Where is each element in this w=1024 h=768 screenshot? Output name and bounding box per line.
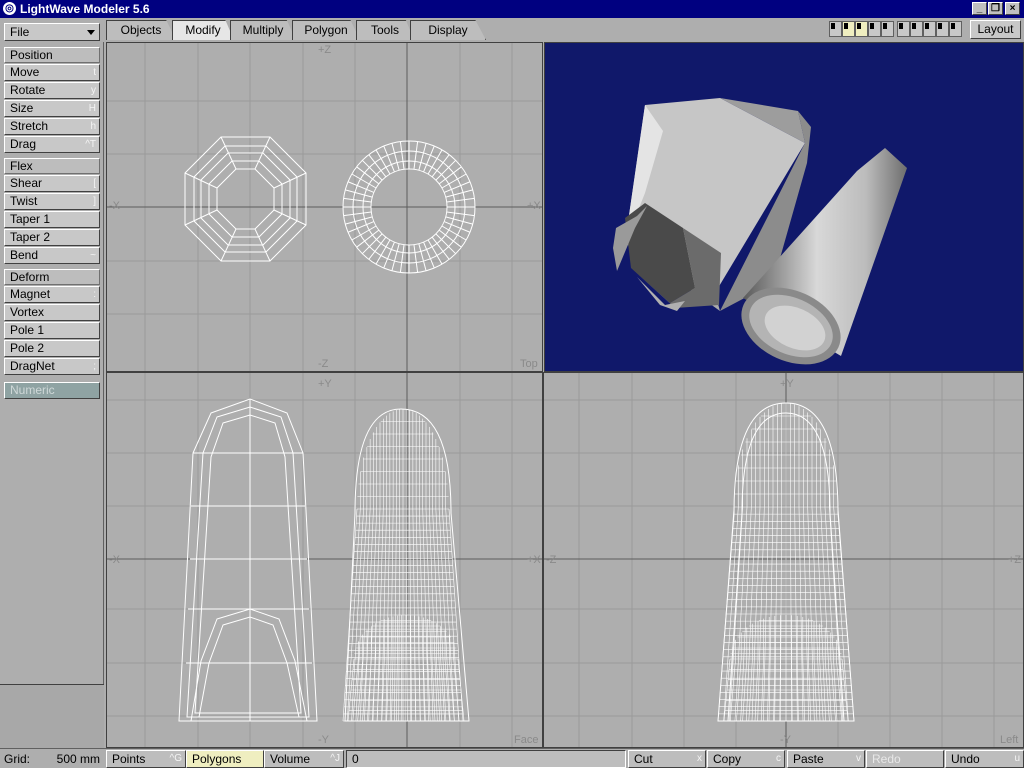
axis-label: -Y [318,734,329,746]
tab-polygon[interactable]: Polygon [292,20,360,40]
viewport-top[interactable]: +Z -Z -X +X Top [106,42,543,372]
side-view-canvas [544,373,1023,747]
top-view-canvas [107,43,542,371]
layer-9[interactable] [936,21,949,37]
axis-label: +X [527,200,541,212]
bend-button[interactable]: Bend ~ [4,247,100,264]
layer-1[interactable] [829,21,842,37]
app-icon[interactable]: ◎ [3,2,16,15]
grid-size-readout: Grid: 500 mm [4,751,104,767]
grid-value: 500 mm [56,752,100,766]
axis-label: -Y [780,734,791,746]
axis-label: +Z [1008,554,1022,566]
dropdown-arrow-icon [87,30,95,35]
layer-6[interactable] [897,21,910,37]
volume-mode-button[interactable]: Volume ^J [264,750,344,768]
taper-2-button[interactable]: Taper 2 [4,229,100,246]
pole-1-button[interactable]: Pole 1 [4,322,100,339]
sidebar-info-panel [0,684,104,748]
numeric-button[interactable]: Numeric [4,382,100,399]
minimize-button[interactable]: _ [972,2,987,15]
shear-button[interactable]: Shear[ [4,175,100,192]
paste-button[interactable]: Paste v [787,750,865,768]
viewport-name: Top [520,358,538,370]
grid-label: Grid: [4,752,31,766]
axis-label: +Y [780,378,794,390]
close-button[interactable]: × [1005,2,1020,15]
drag-button[interactable]: Drag ^T [4,136,100,153]
tab-objects[interactable]: Objects [106,20,176,40]
move-button[interactable]: Move t [4,64,100,81]
section-header-position: Position [4,47,100,63]
redo-button[interactable]: Redo [866,750,944,768]
axis-label: -Z [318,358,329,370]
copy-button[interactable]: Copy c [707,750,785,768]
section-header-flex: Flex [4,158,100,174]
taper-1-button[interactable]: Taper 1 [4,211,100,228]
restore-button[interactable]: ❐ [988,2,1003,15]
vortex-button[interactable]: Vortex [4,304,100,321]
layer-5[interactable] [881,21,894,37]
polygons-mode-button[interactable]: Polygons [186,750,264,768]
viewport-name: Left [1000,734,1019,746]
cut-button[interactable]: Cut x [628,750,706,768]
layer-7[interactable] [910,21,923,37]
layer-3[interactable] [855,21,868,37]
tab-tools[interactable]: Tools [356,20,414,40]
tab-multiply[interactable]: Multiply [230,20,296,40]
axis-label: +Z [318,44,332,56]
viewport-name: Face [514,734,539,746]
viewport-face[interactable]: +Y -Y -X +X Face [106,372,543,748]
size-button[interactable]: Size H [4,100,100,117]
undo-button[interactable]: Undo u [945,750,1024,768]
dragnet-button[interactable]: DragNet; [4,358,100,375]
perspective-canvas [613,98,907,365]
tab-display[interactable]: Display [410,20,486,40]
axis-label: -Z [546,554,557,566]
axis-label: -X [109,200,120,212]
file-menu-label: File [10,25,30,39]
pole-2-button[interactable]: Pole 2 [4,340,100,357]
points-mode-button[interactable]: Points ^G [106,750,186,768]
twist-button[interactable]: Twist] [4,193,100,210]
viewport-perspective[interactable] [544,42,1024,372]
layer-10[interactable] [949,21,962,37]
axis-label: +Y [318,378,332,390]
viewport-side[interactable]: +Y -Y -Z +Z Left [543,372,1024,748]
layer-8[interactable] [923,21,936,37]
tab-modify[interactable]: Modify [172,20,234,40]
selection-count: 0 [346,750,626,768]
layout-button[interactable]: Layout [970,20,1021,39]
face-view-canvas [107,373,542,747]
section-header-deform: Deform [4,269,100,285]
stretch-button[interactable]: Stretch h [4,118,100,135]
axis-label: +X [527,554,541,566]
window-title: LightWave Modeler 5.6 [20,2,150,16]
title-bar: ◎ LightWave Modeler 5.6 _ ❐ × [0,0,1024,18]
rotate-button[interactable]: Rotate y [4,82,100,99]
magnet-button[interactable]: Magnet: [4,286,100,303]
layer-4[interactable] [868,21,881,37]
axis-label: -X [109,554,120,566]
layer-2[interactable] [842,21,855,37]
file-menu-button[interactable]: File [4,23,100,41]
tool-sidebar: Position Move t Rotate y Size H Stretch h Dr… [0,42,104,748]
